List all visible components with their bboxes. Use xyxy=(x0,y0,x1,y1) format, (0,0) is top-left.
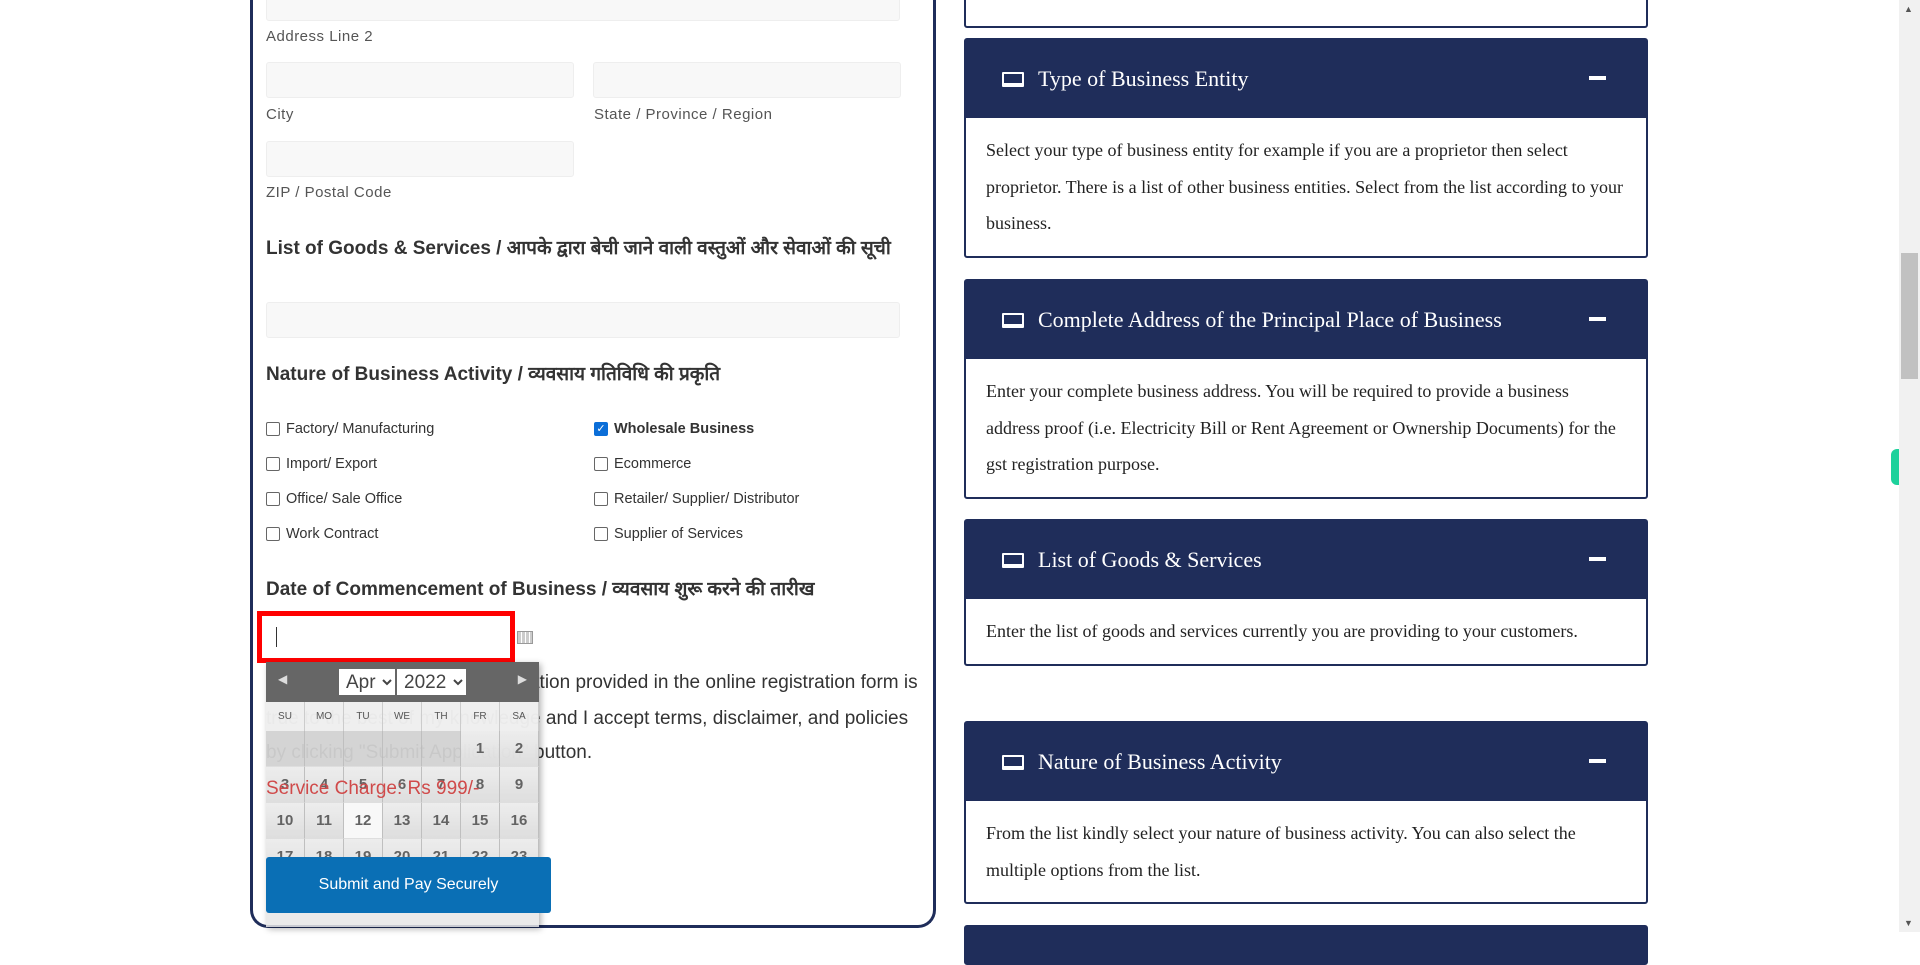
activity-label: Supplier of Services xyxy=(614,526,743,542)
checkbox[interactable] xyxy=(266,422,280,436)
calendar-day[interactable]: 12 xyxy=(344,803,383,839)
activity-checkbox[interactable]: Retailer/ Supplier/ Distributor xyxy=(594,491,799,507)
weekday-header: FR xyxy=(461,702,500,731)
laptop-icon xyxy=(1002,71,1024,87)
year-select[interactable]: 2022 xyxy=(397,669,466,695)
empty-day xyxy=(266,731,305,767)
laptop-icon xyxy=(1002,552,1024,568)
weekday-header: WE xyxy=(383,702,422,731)
activity-checkbox[interactable]: Ecommerce xyxy=(594,456,691,472)
empty-day xyxy=(383,731,422,767)
city-label: City xyxy=(266,106,294,123)
scroll-up-icon[interactable]: ▲ xyxy=(1904,4,1913,14)
state-label: State / Province / Region xyxy=(594,106,773,123)
checkbox[interactable] xyxy=(266,492,280,506)
help-panel-header[interactable]: Type of Business Entity xyxy=(966,40,1646,118)
scrollbar[interactable]: ▲ ▼ xyxy=(1899,0,1920,932)
nature-heading: Nature of Business Activity / व्यवसाय गत… xyxy=(266,364,721,385)
weekday-header: SA xyxy=(500,702,539,731)
calendar-day[interactable]: 15 xyxy=(461,803,500,839)
address-line2-label: Address Line 2 xyxy=(266,28,374,45)
weekday-header: TU xyxy=(344,702,383,731)
help-panel: Complete Address of the Principal Place … xyxy=(964,279,1648,500)
help-panel-body: Select your type of business entity for … xyxy=(986,140,1624,234)
collapse-icon[interactable] xyxy=(1589,76,1606,80)
checkbox[interactable] xyxy=(266,527,280,541)
date-heading: Date of Commencement of Business / व्यवस… xyxy=(266,579,815,600)
help-panel-body: From the list kindly select your nature … xyxy=(986,823,1576,880)
prev-month-icon[interactable]: ◀ xyxy=(278,672,287,686)
weekday-header: TH xyxy=(422,702,461,731)
help-panel-body: Enter your complete business address. Yo… xyxy=(986,381,1616,475)
activity-checkbox[interactable]: Factory/ Manufacturing xyxy=(266,421,434,437)
checkbox[interactable] xyxy=(266,457,280,471)
collapse-icon[interactable] xyxy=(1589,759,1606,763)
help-panel-title: List of Goods & Services xyxy=(1038,547,1262,572)
submit-button[interactable]: Submit and Pay Securely xyxy=(266,857,551,913)
chat-widget-tab[interactable] xyxy=(1891,449,1899,485)
calendar-day[interactable]: 14 xyxy=(422,803,461,839)
help-panel-header[interactable]: Nature of Business Activity xyxy=(966,723,1646,801)
datepicker-header: ◀ Apr 2022 ▶ xyxy=(266,662,539,702)
activity-label: Office/ Sale Office xyxy=(286,491,403,507)
month-select[interactable]: Apr xyxy=(339,669,395,695)
date-input[interactable] xyxy=(257,611,515,663)
help-panel-next xyxy=(964,925,1648,965)
empty-day xyxy=(305,731,344,767)
activity-label: Factory/ Manufacturing xyxy=(286,421,435,437)
help-panel-title: Nature of Business Activity xyxy=(1038,749,1282,774)
checkbox[interactable]: ✓ xyxy=(594,422,608,436)
state-input[interactable] xyxy=(593,62,901,98)
checkbox[interactable] xyxy=(594,457,608,471)
help-panel-title: Complete Address of the Principal Place … xyxy=(1038,307,1502,332)
empty-day xyxy=(344,731,383,767)
calendar-icon[interactable] xyxy=(517,631,533,644)
laptop-icon xyxy=(1002,754,1024,770)
laptop-icon xyxy=(1002,312,1024,328)
calendar-day[interactable]: 9 xyxy=(500,767,539,803)
empty-day xyxy=(422,731,461,767)
next-month-icon[interactable]: ▶ xyxy=(518,672,527,686)
calendar-day[interactable]: 1 xyxy=(461,731,500,767)
help-panel-body: Enter the list of goods and services cur… xyxy=(986,621,1578,641)
activity-label: Import/ Export xyxy=(286,456,378,472)
activity-label: Wholesale Business xyxy=(614,421,755,437)
calendar-day[interactable]: 10 xyxy=(266,803,305,839)
activity-checkbox[interactable]: Import/ Export xyxy=(266,456,377,472)
service-charge: Service Charge: Rs 999/- xyxy=(266,778,480,799)
calendar-day[interactable]: 13 xyxy=(383,803,422,839)
calendar-day[interactable]: 2 xyxy=(500,731,539,767)
zip-input[interactable] xyxy=(266,141,574,177)
help-panel: Type of Business Entity Select your type … xyxy=(964,38,1648,259)
zip-label: ZIP / Postal Code xyxy=(266,184,392,201)
activity-label: Work Contract xyxy=(286,526,379,542)
help-panel: List of Goods & Services Enter the list o… xyxy=(964,519,1648,666)
address-line2-input[interactable] xyxy=(266,0,900,21)
scrollbar-thumb[interactable] xyxy=(1901,253,1918,379)
checkbox[interactable] xyxy=(594,527,608,541)
collapse-icon[interactable] xyxy=(1589,317,1606,321)
help-panel-header[interactable]: Complete Address of the Principal Place … xyxy=(966,281,1646,359)
goods-heading: List of Goods & Services / आपके द्वारा ब… xyxy=(266,238,891,259)
scroll-down-icon[interactable]: ▼ xyxy=(1904,918,1913,928)
city-input[interactable] xyxy=(266,62,574,98)
weekday-header: SU xyxy=(266,702,305,731)
activity-checkbox[interactable]: Supplier of Services xyxy=(594,526,743,542)
help-panel-previous xyxy=(964,0,1648,28)
checkbox[interactable] xyxy=(594,492,608,506)
help-panel-title: Type of Business Entity xyxy=(1038,66,1249,91)
text-cursor xyxy=(276,627,277,647)
goods-input[interactable] xyxy=(266,302,900,338)
calendar-day[interactable]: 11 xyxy=(305,803,344,839)
activity-checkbox[interactable]: Office/ Sale Office xyxy=(266,491,402,507)
help-panel-header[interactable]: List of Goods & Services xyxy=(966,521,1646,599)
help-panel: Nature of Business Activity From the list… xyxy=(964,721,1648,905)
activity-label: Ecommerce xyxy=(614,456,692,472)
activity-checkbox[interactable]: Work Contract xyxy=(266,526,378,542)
weekday-header: MO xyxy=(305,702,344,731)
activity-label: Retailer/ Supplier/ Distributor xyxy=(614,491,800,507)
activity-checkbox[interactable]: ✓ Wholesale Business xyxy=(594,421,754,437)
calendar-day[interactable]: 16 xyxy=(500,803,539,839)
collapse-icon[interactable] xyxy=(1589,557,1606,561)
